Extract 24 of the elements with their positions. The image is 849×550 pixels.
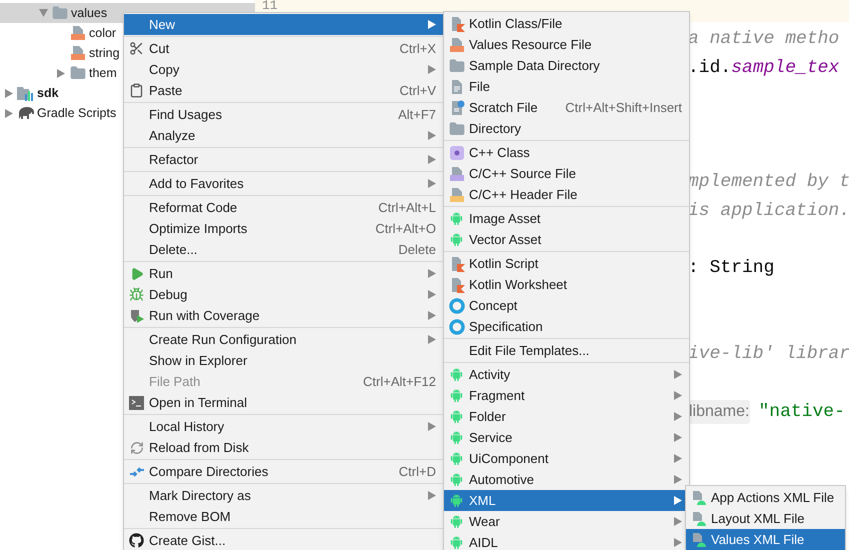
code-text: "native- <box>758 400 845 424</box>
shortcut-label: Ctrl+X <box>400 40 436 58</box>
tree-label: values <box>71 4 108 22</box>
code-text: mplemented by t <box>688 171 849 194</box>
code-text: is application. <box>688 200 849 223</box>
shortcut-label: Ctrl+Alt+L <box>378 198 436 217</box>
tree-label: Gradle Scripts <box>37 104 116 122</box>
tree-label: them <box>89 64 117 82</box>
shortcut-label: Ctrl+Alt+F12 <box>363 372 436 391</box>
code-text: : String <box>688 257 774 280</box>
shortcut-label: Ctrl+D <box>398 462 436 481</box>
tree-label: sdk <box>37 84 59 102</box>
shortcut-label: Ctrl+Alt+O <box>375 220 436 238</box>
shortcut-label: Alt+F7 <box>398 106 436 124</box>
tree-label: string <box>89 44 120 62</box>
shortcut-label: Ctrl+V <box>400 82 436 100</box>
code-text: sample_tex <box>731 56 840 80</box>
tree-label: color <box>89 24 116 42</box>
parameter-hint: libname: <box>688 400 750 424</box>
code-text: ive-lib' librar <box>688 343 849 366</box>
line-number: 11 <box>262 0 278 12</box>
shortcut-label: Ctrl+Alt+Shift+Insert <box>565 98 682 117</box>
shortcut-label: Delete <box>398 240 436 259</box>
code-text: .id. <box>688 56 732 80</box>
